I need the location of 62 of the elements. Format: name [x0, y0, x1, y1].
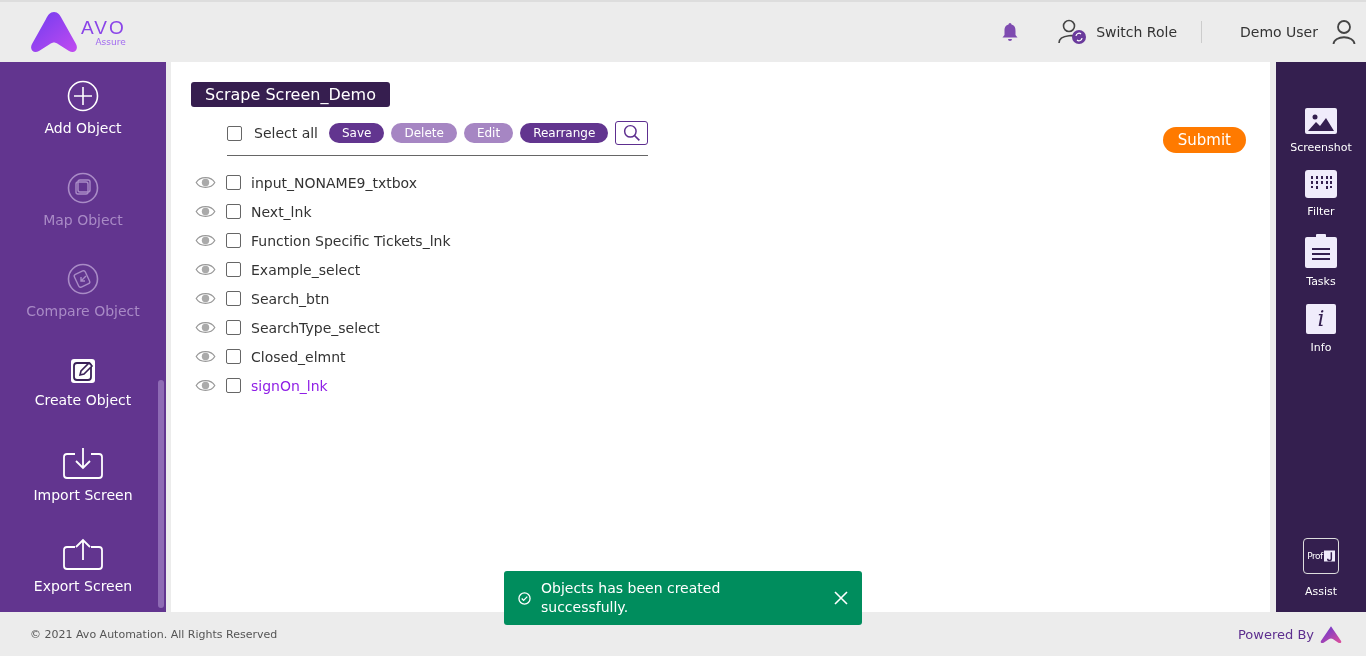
- toast-message: Objects has been created successfully.: [541, 579, 722, 617]
- powered-by-text: Powered By: [1238, 626, 1314, 642]
- user-icon[interactable]: [1332, 19, 1356, 45]
- panel-item[interactable]: i Info: [1306, 304, 1336, 354]
- filter-icon: [1305, 170, 1337, 198]
- object-name[interactable]: Example_select: [251, 261, 361, 278]
- panel-item[interactable]: Tasks: [1305, 234, 1337, 288]
- object-name[interactable]: Closed_elmnt: [251, 348, 346, 365]
- object-name[interactable]: signOn_lnk: [251, 377, 328, 394]
- user-name: Demo User: [1240, 24, 1318, 40]
- edit-icon: [70, 357, 96, 384]
- object-checkbox[interactable]: [226, 378, 241, 393]
- object-checkbox[interactable]: [226, 175, 241, 190]
- toolbar-button[interactable]: Rearrange: [520, 123, 609, 143]
- search-button[interactable]: [615, 121, 649, 145]
- plus-circle-icon: [67, 79, 99, 112]
- object-name[interactable]: Next_lnk: [251, 203, 312, 220]
- eye-icon[interactable]: [195, 205, 216, 218]
- toolbar-button[interactable]: Save: [329, 123, 385, 143]
- j-icon: [1323, 550, 1335, 562]
- object-name[interactable]: SearchType_select: [251, 319, 380, 336]
- object-name[interactable]: Function Specific Tickets_lnk: [251, 232, 451, 249]
- logo-icon: [1320, 624, 1342, 644]
- eye-icon[interactable]: [195, 176, 216, 189]
- sidebar-item[interactable]: Export Screen: [0, 520, 166, 613]
- object-checkbox[interactable]: [226, 233, 241, 248]
- eye-icon[interactable]: [195, 321, 216, 334]
- copyright-text: © 2021 Avo Automation. All Rights Reserved: [30, 627, 278, 641]
- image-icon: [1305, 108, 1337, 134]
- screen-title: Scrape Screen_Demo: [191, 82, 390, 107]
- object-checkbox[interactable]: [226, 204, 241, 219]
- logo-icon: [30, 10, 78, 54]
- user-switch-icon: [1058, 19, 1089, 45]
- object-name[interactable]: Search_btn: [251, 290, 330, 307]
- import-icon: [63, 446, 103, 479]
- logo-tagline: Assure: [95, 37, 126, 47]
- object-checkbox[interactable]: [226, 291, 241, 306]
- object-checkbox[interactable]: [226, 349, 241, 364]
- eye-icon[interactable]: [195, 292, 216, 305]
- layers-circle-icon: [67, 171, 99, 204]
- check-circle-icon: [518, 591, 531, 605]
- info-icon: i: [1306, 304, 1336, 334]
- object-name[interactable]: input_NONAME9_txtbox: [251, 174, 417, 191]
- clipboard-icon: [1305, 234, 1337, 268]
- panel-item[interactable]: Filter: [1305, 170, 1337, 218]
- search-icon: [621, 124, 642, 142]
- export-icon: [63, 538, 103, 571]
- eye-icon[interactable]: [195, 350, 216, 363]
- close-icon[interactable]: [834, 591, 848, 605]
- compare-circle-icon: [67, 263, 99, 296]
- eye-icon[interactable]: [195, 263, 216, 276]
- eye-icon[interactable]: [195, 234, 216, 247]
- switch-role-button[interactable]: Switch Role: [1058, 19, 1178, 45]
- sidebar-item[interactable]: Add Object: [0, 62, 166, 154]
- object-checkbox[interactable]: [226, 262, 241, 277]
- logo-name: AVO: [81, 17, 126, 37]
- eye-icon[interactable]: [195, 379, 216, 392]
- select-all-checkbox[interactable]: [227, 125, 242, 141]
- select-all-label: Select all: [254, 125, 318, 141]
- panel-item[interactable]: Screenshot: [1290, 108, 1352, 154]
- sidebar-item[interactable]: Import Screen: [0, 428, 166, 521]
- object-checkbox[interactable]: [226, 320, 241, 335]
